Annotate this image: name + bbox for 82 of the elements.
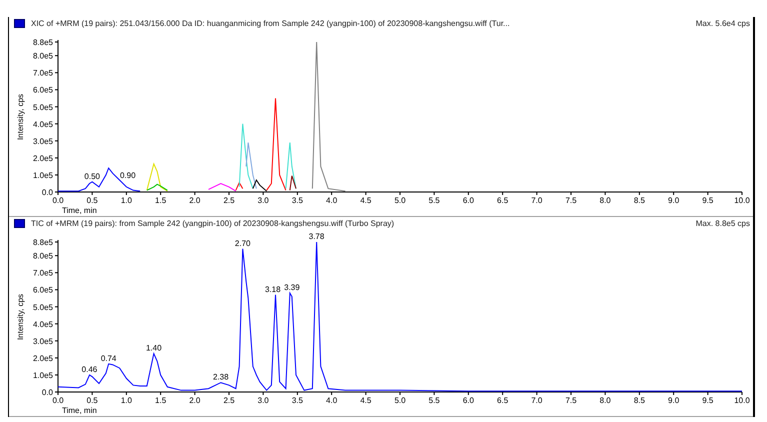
axis-tick-label: 0.0 (42, 188, 53, 197)
axis-title: Intensity, cps (16, 94, 25, 140)
axis-tick-label: 8.5 (634, 196, 645, 205)
axis-tick-label: 5.5 (428, 396, 440, 405)
chart-title: XIC of +MRM (19 pairs): 251.043/156.000 Da ID: huanganmicing from Sample 242 (yangpin-100) of 20230908-kangshengsu.wiff (Tur... (31, 19, 511, 28)
axis-tick-label: 6.0e5 (32, 286, 53, 295)
axis-tick-label: 7.5 (565, 196, 577, 205)
peak-label: 0.46 (82, 364, 98, 374)
axis-tick-label: 5.0 (394, 396, 406, 405)
trace-marker-icon (14, 19, 25, 28)
axis-tick-label: 8.8e5 (32, 238, 53, 247)
axis-tick-label: 2.0 (189, 396, 200, 405)
axis-tick-label: 3.0 (258, 196, 269, 205)
axis-tick-label: 8.8e5 (32, 38, 53, 47)
axis-tick-label: 5.0e5 (32, 302, 53, 312)
axis-tick-label: 3.0e5 (32, 136, 53, 146)
axis-tick-label: 2.5 (223, 396, 235, 405)
axis-tick-label: 9.0 (668, 196, 680, 205)
axis-tick-label: 5.0 (394, 196, 406, 205)
axis-title: Time, min (62, 406, 97, 415)
max-intensity: Max. 8.8e5 cps (696, 219, 750, 228)
axis-tick-label: 1.0e5 (32, 170, 53, 180)
axis-tick-label: 7.0 (531, 396, 542, 405)
axis-tick-label: 4.0e5 (32, 120, 53, 129)
axis-tick-label: 8.0 (600, 196, 611, 205)
axis-tick-label: 1.0 (120, 396, 132, 405)
axis-tick-label: 10.0 (734, 196, 750, 205)
axis-tick-label: 3.5 (292, 396, 303, 405)
peak-label: 0.90 (120, 170, 136, 180)
axis-tick-label: 4.5 (360, 396, 372, 405)
axis-tick-label: 0.5 (86, 396, 98, 405)
chart-title: TIC of +MRM (19 pairs): from Sample 242 (yangpin-100) of 20230908-kangshengsu.wiff (Turbo Spray) (31, 219, 396, 228)
axis-tick-label: 8.0 (600, 396, 611, 405)
axis-tick-label: 1.0e5 (32, 370, 53, 380)
axis-tick-label: 4.0e5 (32, 320, 53, 329)
axis-tick-label: 7.0e5 (32, 68, 53, 78)
axis-tick-label: 8.0e5 (32, 252, 53, 261)
axis-tick-label: 7.0e5 (32, 268, 53, 278)
axis-tick-label: 1.5 (155, 196, 166, 205)
max-intensity: Max. 5.6e4 cps (696, 19, 750, 28)
axis-tick-label: 5.5 (428, 196, 440, 205)
peak-label: 0.50 (84, 172, 100, 181)
axis-tick-label: 7.0 (531, 196, 542, 205)
axis-tick-label: 9.5 (702, 196, 714, 205)
axis-tick-label: 1.5 (155, 396, 166, 405)
axis-tick-label: 0.0 (52, 196, 64, 205)
axis-tick-label: 3.0e5 (32, 336, 53, 346)
axis-tick-label: 2.0 (189, 196, 200, 205)
axis-tick-label: 8.5 (634, 396, 645, 405)
axis-tick-label: 2.0e5 (32, 154, 53, 163)
axis-tick-label: 6.0 (462, 196, 474, 205)
axis-tick-label: 4.0 (326, 396, 338, 405)
peak-label: 3.78 (308, 232, 324, 241)
axis-tick-label: 6.5 (497, 396, 508, 405)
axis-tick-label: 1.0 (120, 196, 132, 205)
axis-tick-label: 9.5 (702, 396, 714, 405)
axis-tick-label: 8.0e5 (32, 52, 53, 61)
axis-tick-label: 5.0e5 (32, 102, 53, 112)
axis-tick-label: 6.0 (462, 396, 474, 405)
axis-tick-label: 2.5 (223, 196, 235, 205)
axis-tick-label: 7.5 (565, 396, 577, 405)
peak-label: 3.18 (264, 284, 281, 294)
axis-tick-label: 6.0e5 (32, 86, 53, 95)
axis-tick-label: 4.0 (326, 196, 338, 205)
peak-label: 3.39 (284, 283, 300, 292)
axis-tick-label: 3.5 (292, 196, 303, 205)
peak-label: 0.74 (100, 354, 116, 363)
axis-tick-label: 0.0 (52, 396, 64, 405)
axis-title: Intensity, cps (16, 294, 25, 340)
peak-label: 2.70 (234, 238, 250, 248)
axis-title: Time, min (62, 206, 97, 215)
peak-label: 2.38 (213, 372, 229, 382)
axis-tick-label: 0.0 (42, 388, 53, 397)
trace-marker-icon (14, 219, 25, 228)
axis-tick-label: 10.0 (734, 396, 750, 405)
axis-tick-label: 3.0 (258, 396, 269, 405)
axis-tick-label: 9.0 (668, 396, 680, 405)
axis-tick-label: 0.5 (86, 196, 98, 205)
axis-tick-label: 4.5 (360, 196, 372, 205)
peak-label: 1.40 (146, 344, 162, 353)
axis-tick-label: 2.0e5 (32, 354, 53, 363)
axis-tick-label: 6.5 (497, 196, 508, 205)
